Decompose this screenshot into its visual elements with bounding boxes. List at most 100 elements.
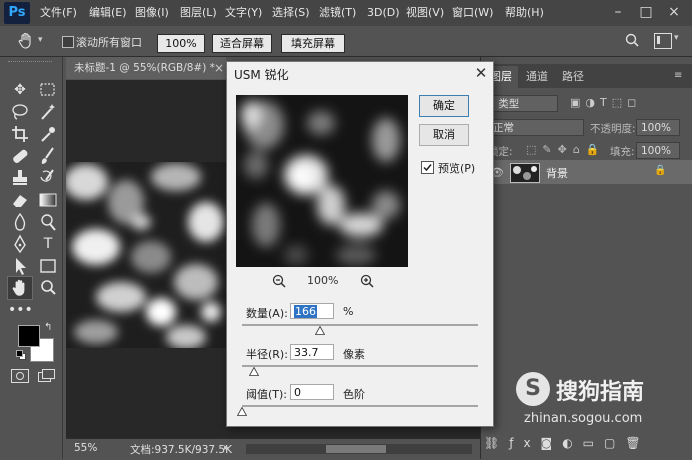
more-tools-icon[interactable]: ••• — [8, 299, 33, 321]
search-icon[interactable] — [624, 32, 640, 48]
layer-lock-icon: 🔒 — [654, 165, 667, 176]
layer-kind-filter[interactable]: ⌕ 类型 — [484, 95, 558, 112]
hand-tool-icon[interactable] — [16, 31, 36, 51]
threshold-unit: 色阶 — [343, 388, 365, 401]
gradient-tool-icon[interactable] — [36, 189, 60, 211]
cancel-button[interactable]: 取消 — [419, 124, 469, 146]
watermark-brand: 搜狗指南 — [556, 380, 645, 405]
screen-mode-icon[interactable] — [38, 369, 55, 382]
eyedropper-tool-icon[interactable] — [36, 123, 60, 145]
tab-paths[interactable]: 路径 — [556, 66, 590, 88]
layer-thumbnail — [510, 163, 540, 183]
menu-help[interactable]: 帮助(H) — [505, 0, 544, 26]
fill-label: 填充: — [610, 146, 635, 158]
preview-label: 预览(P) — [438, 162, 476, 175]
menu-layer[interactable]: 图层(L) — [180, 0, 217, 26]
pen-tool-icon[interactable] — [8, 233, 32, 255]
dodge-tool-icon[interactable] — [36, 211, 60, 233]
tab-channels[interactable]: 通道 — [520, 66, 554, 88]
foreground-color-swatch[interactable] — [18, 325, 40, 347]
layer-filter-icons[interactable]: ▣◑T⬚◻ — [570, 96, 641, 109]
maximize-button[interactable]: □ — [634, 0, 658, 26]
dialog-close-button[interactable]: ✕ — [471, 62, 491, 84]
hand-tool-selected-icon[interactable] — [7, 276, 33, 300]
zoom-100-button[interactable]: 100% — [157, 34, 205, 53]
path-selection-tool-icon[interactable] — [8, 255, 32, 277]
document-canvas[interactable] — [66, 162, 226, 348]
document-tab[interactable]: 未标题-1 @ 55%(RGB/8#) * — [66, 57, 226, 79]
horizontal-scrollbar[interactable] — [246, 444, 472, 454]
opacity-input[interactable]: 100% — [636, 119, 680, 136]
lasso-tool-icon[interactable] — [8, 101, 32, 123]
rectangle-tool-icon[interactable] — [36, 255, 60, 277]
threshold-slider-track[interactable] — [242, 405, 478, 407]
layer-row[interactable]: 👁 背景 🔒 — [482, 160, 692, 184]
crop-tool-icon[interactable] — [8, 123, 32, 145]
menu-window[interactable]: 窗口(W) — [452, 0, 493, 26]
scroll-all-label: 滚动所有窗口 — [76, 36, 142, 49]
quick-mask-icon[interactable] — [11, 369, 29, 383]
menu-select[interactable]: 选择(S) — [272, 0, 310, 26]
magic-wand-tool-icon[interactable] — [36, 101, 60, 123]
menu-view[interactable]: 视图(V) — [406, 0, 444, 26]
fit-screen-button[interactable]: 适合屏幕 — [212, 34, 272, 53]
amount-input[interactable]: 166 — [290, 303, 334, 319]
fill-value: 100% — [641, 145, 672, 157]
menu-image[interactable]: 图像(I) — [135, 0, 169, 26]
marquee-tool-icon[interactable] — [36, 79, 60, 101]
document-tab-title: 未标题-1 @ 55%(RGB/8#) * — [74, 62, 215, 74]
radius-slider-thumb[interactable] — [248, 367, 259, 376]
amount-unit: % — [343, 305, 354, 318]
scroll-all-checkbox[interactable] — [62, 36, 74, 48]
scrollbar-thumb[interactable] — [326, 445, 386, 453]
zoom-level[interactable]: 55% — [74, 442, 97, 454]
ok-button[interactable]: 确定 — [419, 95, 469, 117]
eraser-tool-icon[interactable] — [8, 189, 32, 211]
zoom-out-icon[interactable] — [271, 273, 287, 289]
workspace-icon[interactable] — [654, 33, 672, 49]
zoom-tool-icon[interactable] — [36, 277, 60, 299]
tool-preset-arrow-icon[interactable]: ▾ — [38, 35, 43, 45]
preview-checkbox[interactable] — [421, 161, 434, 174]
radius-slider-track[interactable] — [242, 365, 478, 367]
blur-tool-icon[interactable] — [8, 211, 32, 233]
amount-value: 166 — [294, 305, 317, 318]
menu-edit[interactable]: 编辑(E) — [89, 0, 127, 26]
history-brush-tool-icon[interactable] — [36, 167, 60, 189]
clone-stamp-tool-icon[interactable] — [8, 167, 32, 189]
document-info: 文档:937.5K/937.5K — [130, 444, 232, 456]
amount-slider-track[interactable] — [242, 324, 478, 326]
healing-brush-tool-icon[interactable] — [8, 145, 32, 167]
status-menu-arrow-icon[interactable]: ▸ — [224, 443, 229, 453]
photoshop-logo: Ps — [4, 2, 30, 24]
minimize-button[interactable]: – — [606, 0, 630, 26]
swap-colors-icon[interactable]: ↰ — [44, 322, 52, 333]
document-close-icon[interactable]: × — [212, 57, 226, 79]
brush-tool-icon[interactable] — [36, 145, 60, 167]
close-window-button[interactable]: × — [662, 0, 686, 26]
workspace-arrow-icon[interactable]: ▾ — [674, 33, 679, 43]
blend-mode-select[interactable]: 正常 — [488, 119, 584, 136]
panel-menu-icon[interactable]: ≡ — [674, 70, 682, 81]
menu-filter[interactable]: 滤镜(T) — [319, 0, 356, 26]
fill-screen-button[interactable]: 填充屏幕 — [281, 34, 345, 53]
radius-input[interactable]: 33.7 — [290, 344, 334, 360]
threshold-slider-thumb[interactable] — [237, 407, 247, 416]
layer-actions-bar[interactable]: ⛓ƒx◙◐▭▢🗑 — [484, 436, 692, 456]
default-colors-icon[interactable] — [16, 350, 26, 360]
zoom-in-icon[interactable] — [359, 273, 375, 289]
usm-sharpen-dialog: USM 锐化 ✕ 100% 确定 取消 预览(P) 数量(A): 166 % 半… — [226, 61, 494, 427]
threshold-input[interactable]: 0 — [290, 384, 334, 400]
menu-type[interactable]: 文字(Y) — [225, 0, 262, 26]
preview-image[interactable] — [236, 95, 408, 267]
fill-input[interactable]: 100% — [636, 142, 680, 159]
toolbar-grip — [8, 61, 52, 65]
menu-3d[interactable]: 3D(D) — [367, 0, 400, 26]
menu-file[interactable]: 文件(F) — [40, 0, 77, 26]
lock-icons[interactable]: ⬚✎✥⌂🔒 — [526, 143, 606, 156]
amount-slider-thumb[interactable] — [314, 326, 325, 335]
opacity-label: 不透明度: — [590, 123, 636, 135]
type-tool-icon[interactable]: T — [36, 233, 60, 255]
move-tool-icon[interactable]: ✥ — [8, 79, 32, 101]
radius-unit: 像素 — [343, 348, 365, 361]
